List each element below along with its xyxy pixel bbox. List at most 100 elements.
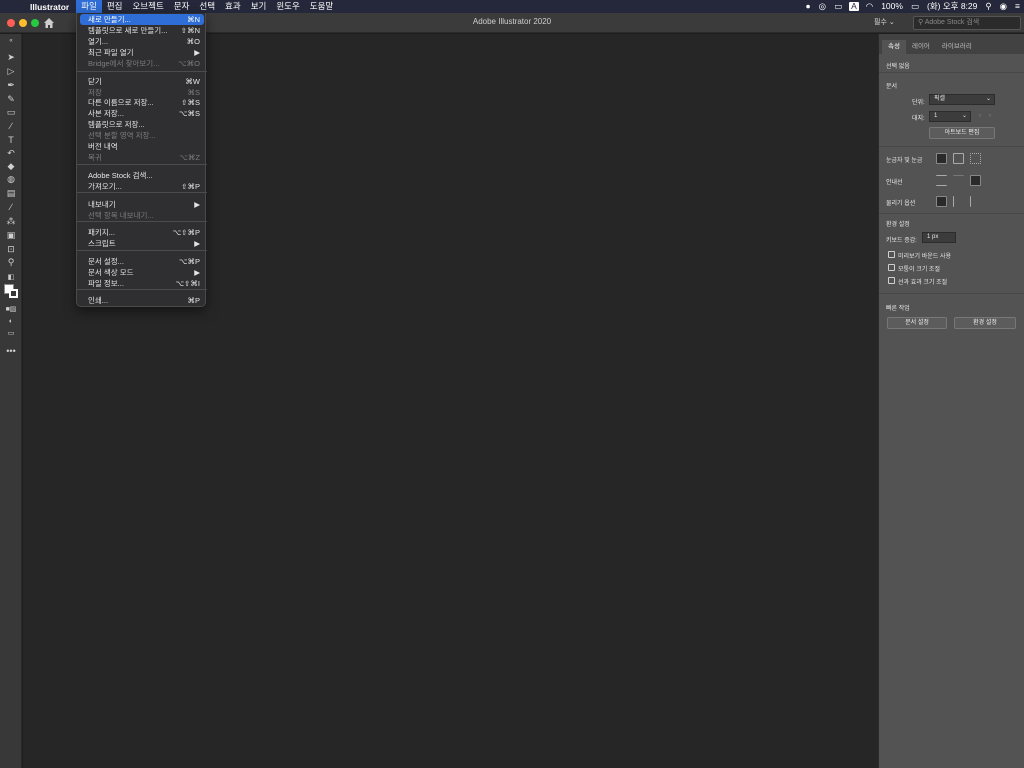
default-colors-icon[interactable]: ◧ — [5, 272, 17, 283]
file-menu-item[interactable]: 다른 이름으로 저장... ⇧⌘S — [80, 97, 204, 108]
file-menu-item[interactable]: 닫기 ⌘W — [80, 76, 204, 87]
workspace-switcher[interactable]: 필수 ⌄ — [874, 17, 904, 29]
tab-properties[interactable]: 속성 — [882, 40, 906, 54]
wifi-icon[interactable]: ◠ — [862, 0, 877, 13]
menu-item-label: 문서 설정... — [88, 257, 124, 266]
menu-edit[interactable]: 편집 — [102, 0, 128, 13]
file-menu-item[interactable]: 가져오기... ⇧⌘P — [80, 181, 204, 192]
file-menu-item[interactable]: 새로 만들기... ⌘N — [80, 14, 204, 25]
airplay-icon[interactable]: ▭ — [830, 0, 846, 13]
color-mode-icon[interactable]: ■▨ — [5, 304, 17, 315]
stock-search-input[interactable]: ⚲ Adobe Stock 검색 — [913, 16, 1021, 30]
smart-guides-icon[interactable] — [970, 175, 981, 186]
input-source-icon[interactable]: A — [849, 2, 859, 11]
shape-builder-tool-icon[interactable]: ◍ — [5, 174, 17, 185]
menu-help[interactable]: 도움말 — [305, 0, 338, 13]
snap-to-glyph-icon[interactable] — [970, 196, 981, 207]
file-menu-item[interactable]: 사본 저장... ⌥⌘S — [80, 108, 204, 119]
file-menu-item[interactable]: 인쇄... ⌘P — [80, 295, 204, 306]
menu-item-label: Adobe Stock 검색... — [88, 171, 153, 180]
menu-type[interactable]: 문자 — [169, 0, 195, 13]
next-artboard-icon[interactable]: › — [989, 113, 991, 119]
menu-item-shortcut: ⌘P — [187, 296, 200, 305]
tab-layers[interactable]: 레이어 — [906, 40, 936, 54]
zoom-tool-icon[interactable]: ⚲ — [5, 257, 17, 268]
symbol-sprayer-tool-icon[interactable]: ▣ — [5, 230, 17, 241]
pen-tool-icon[interactable]: ✒ — [5, 80, 17, 91]
menu-item-label: 파일 정보... — [88, 279, 124, 288]
keyboard-increment-input[interactable]: 1 px — [922, 232, 956, 243]
file-menu-item[interactable]: 템플릿으로 새로 만들기... ⇧⌘N — [80, 25, 204, 36]
menu-effect[interactable]: 효과 — [220, 0, 246, 13]
file-menu-item[interactable]: 열기... ⌘O — [80, 36, 204, 47]
eyedropper-tool-icon[interactable]: ∕ — [5, 202, 17, 213]
stroke-color[interactable] — [9, 289, 18, 298]
blend-tool-icon[interactable]: ⁂ — [5, 216, 17, 227]
artboard-select[interactable]: 1 ⌄ — [929, 111, 971, 122]
file-menu-item[interactable]: 문서 색상 모드 ▶ — [80, 267, 204, 278]
preferences-button[interactable]: 환경 설정 — [954, 317, 1016, 329]
clock[interactable]: (화) 오후 8:29 — [923, 0, 981, 13]
direct-selection-tool-icon[interactable]: ▷ — [5, 66, 17, 77]
show-guides-icon[interactable] — [936, 175, 947, 186]
menu-item-label: 인쇄... — [88, 296, 109, 305]
file-menu-item[interactable]: 내보내기 ▶ — [80, 199, 204, 210]
menu-item-shortcut: ⇧⌘S — [181, 98, 200, 107]
eraser-tool-icon[interactable]: ◆ — [5, 161, 17, 172]
menu-file[interactable]: 파일 — [76, 0, 102, 13]
battery-icon[interactable]: ▭ — [907, 0, 923, 13]
type-tool-icon[interactable]: T — [5, 135, 17, 146]
file-menu-item[interactable]: 템플릿으로 저장... — [80, 119, 204, 130]
scale-strokes-label: 선과 효과 크기 조절 — [898, 280, 948, 286]
chevron-down-icon: ⌄ — [985, 96, 991, 102]
control-center-icon[interactable]: ≡ — [1011, 0, 1024, 13]
snap-to-pixel-icon[interactable] — [936, 196, 947, 207]
ruler-toggle-icon[interactable] — [936, 153, 947, 164]
file-menu-item[interactable]: 버전 내역 — [80, 141, 204, 152]
snap-to-point-icon[interactable] — [953, 196, 964, 207]
document-heading: 문서 — [886, 84, 898, 90]
selection-tool-icon[interactable]: ➤ — [5, 52, 17, 63]
preview-bounds-checkbox[interactable] — [888, 251, 895, 258]
scale-corners-checkbox[interactable] — [888, 264, 895, 271]
menu-select[interactable]: 선택 — [194, 0, 220, 13]
file-menu-item[interactable]: 문서 설정... ⌥⌘P — [80, 256, 204, 267]
tab-libraries[interactable]: 라이브러리 — [936, 40, 978, 54]
previous-artboard-icon[interactable]: ‹ — [979, 113, 981, 119]
draw-mode-icon[interactable]: ◐ — [5, 316, 17, 327]
lock-guides-icon[interactable] — [953, 175, 964, 186]
file-menu-item: 선택 항목 내보내기... — [80, 210, 204, 221]
file-menu-item[interactable]: 패키지... ⌥⇧⌘P — [80, 227, 204, 238]
screen-mode-icon[interactable]: ▭ — [5, 328, 17, 339]
collapse-icon[interactable]: « — [5, 36, 17, 47]
units-select[interactable]: 픽셀 ⌄ — [929, 94, 995, 105]
rectangle-tool-icon[interactable]: ▭ — [5, 107, 17, 118]
more-tools-icon[interactable]: ••• — [5, 346, 17, 357]
menu-window[interactable]: 윈도우 — [271, 0, 304, 13]
file-menu-item[interactable]: 스크립트 ▶ — [80, 238, 204, 249]
paintbrush-tool-icon[interactable]: ∕ — [5, 121, 17, 132]
file-menu-item[interactable]: 최근 파일 열기 ▶ — [80, 47, 204, 58]
fill-stroke-swatch[interactable] — [4, 284, 18, 298]
rotate-tool-icon[interactable]: ↶ — [5, 148, 17, 159]
search-icon[interactable]: ⚲ — [981, 0, 995, 13]
menu-view[interactable]: 보기 — [246, 0, 272, 13]
scale-strokes-checkbox[interactable] — [888, 277, 895, 284]
artboard-tool-icon[interactable]: ⊡ — [5, 244, 17, 255]
app-menu[interactable]: Illustrator — [24, 2, 76, 12]
menu-object[interactable]: 오브젝트 — [127, 0, 168, 13]
siri-icon[interactable]: ◉ — [996, 0, 1011, 13]
gradient-tool-icon[interactable]: ▤ — [5, 188, 17, 199]
chat-icon[interactable]: ● — [802, 0, 815, 13]
menu-item-shortcut: ⌥⇧⌘P — [172, 228, 200, 237]
file-menu-item[interactable]: Adobe Stock 검색... — [80, 170, 204, 181]
grid-toggle-icon[interactable] — [953, 153, 964, 164]
edit-artboards-button[interactable]: 아트보드 편집 — [929, 127, 995, 139]
curvature-tool-icon[interactable]: ✎ — [5, 94, 17, 105]
file-menu-item[interactable]: 파일 정보... ⌥⇧⌘I — [80, 278, 204, 289]
preview-bounds-label: 미리보기 바운드 사용 — [898, 254, 952, 260]
document-setup-button[interactable]: 문서 설정 — [887, 317, 947, 329]
no-selection-label: 선택 없음 — [886, 64, 910, 70]
creative-cloud-icon[interactable]: ◎ — [815, 0, 830, 13]
transparency-grid-icon[interactable] — [970, 153, 981, 164]
